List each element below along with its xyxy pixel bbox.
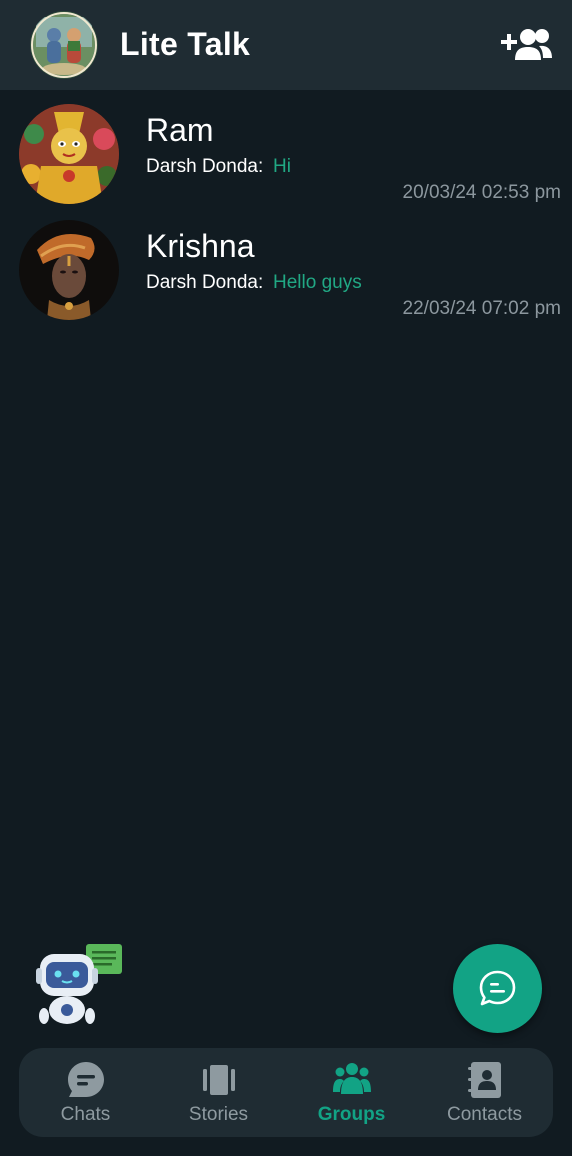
nav-tab-chats[interactable]: Chats [19, 1048, 152, 1137]
contacts-icon [468, 1062, 501, 1098]
add-group-icon [501, 29, 552, 60]
profile-avatar[interactable] [30, 11, 98, 79]
nav-label: Stories [188, 1104, 249, 1125]
bottom-navigation: Chats Stories Groups Contacts [19, 1048, 553, 1137]
nav-label: Chats [60, 1104, 111, 1125]
groups-icon [333, 1063, 371, 1094]
robot-chat-icon [36, 944, 122, 1024]
app-bar: Lite Talk [0, 0, 572, 90]
app-title: Lite Talk [120, 26, 251, 62]
nav-label: Groups [317, 1104, 386, 1125]
last-message-text: Hi [273, 156, 291, 177]
last-message-text: Hello guys [273, 272, 362, 293]
add-group-button[interactable] [498, 26, 556, 66]
nav-label: Contacts [447, 1104, 522, 1125]
last-message-time: 22/03/24 07:02 pm [402, 298, 561, 319]
last-message-sender: Darsh Donda: [146, 156, 264, 177]
stories-icon [203, 1065, 235, 1095]
chat-bubble-icon [68, 1062, 104, 1097]
group-row-ram[interactable]: Ram Darsh Donda: Hi 20/03/24 02:53 pm [0, 90, 572, 206]
group-row-krishna[interactable]: Krishna Darsh Donda: Hello guys 22/03/24… [0, 206, 572, 322]
nav-tab-contacts[interactable]: Contacts [418, 1048, 551, 1137]
last-message-sender: Darsh Donda: [146, 272, 264, 293]
ram-avatar[interactable] [19, 104, 119, 204]
chatbot-button[interactable] [34, 940, 126, 1030]
nav-tab-stories[interactable]: Stories [152, 1048, 285, 1137]
new-chat-fab[interactable] [453, 944, 542, 1033]
group-name: Krishna [146, 228, 255, 264]
nav-tab-groups[interactable]: Groups [285, 1048, 418, 1137]
group-name: Ram [146, 112, 214, 148]
group-list: Ram Darsh Donda: Hi 20/03/24 02:53 pm Kr… [0, 90, 572, 322]
new-chat-icon [479, 970, 516, 1006]
krishna-avatar[interactable] [19, 220, 119, 320]
last-message-time: 20/03/24 02:53 pm [402, 182, 561, 203]
